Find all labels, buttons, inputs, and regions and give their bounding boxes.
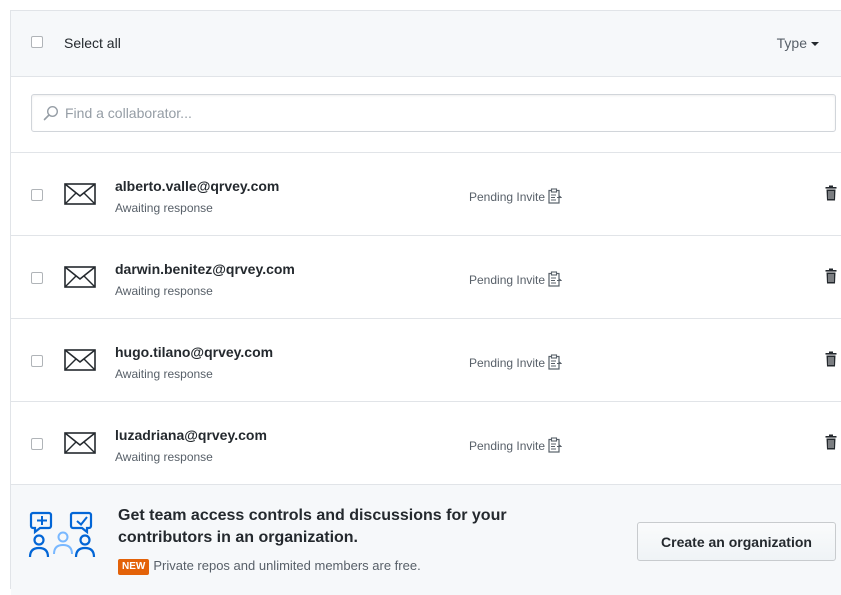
- invite-status-label: Pending Invite: [469, 356, 546, 370]
- organization-promo: Get team access controls and discussions…: [11, 485, 841, 595]
- row-checkbox[interactable]: [31, 272, 43, 284]
- select-all-label[interactable]: Select all: [64, 35, 121, 51]
- caret-down-icon: [811, 42, 819, 47]
- promo-note-text: Private repos and unlimited members are …: [153, 558, 421, 573]
- promo-title: Get team access controls and discussions…: [118, 507, 507, 546]
- create-organization-button[interactable]: Create an organization: [637, 522, 836, 561]
- new-badge: NEW: [118, 559, 150, 575]
- search-box[interactable]: [31, 94, 836, 132]
- collaborator-row: luzadriana@qrvey.com Awaiting response P…: [11, 402, 841, 485]
- invite-status-label: Pending Invite: [469, 273, 546, 287]
- type-filter-dropdown[interactable]: Type: [777, 35, 819, 51]
- clipboard-icon[interactable]: [548, 354, 563, 370]
- promo-note: NEW Private repos and unlimited members a…: [118, 558, 421, 575]
- type-filter-label: Type: [776, 35, 807, 51]
- trash-icon[interactable]: [825, 434, 837, 450]
- clipboard-icon[interactable]: [548, 188, 563, 204]
- mail-icon: [64, 349, 96, 371]
- trash-icon[interactable]: [825, 268, 837, 284]
- collaborator-email: luzadriana@qrvey.com: [115, 427, 267, 443]
- collaborator-email: darwin.benitez@qrvey.com: [115, 261, 295, 277]
- list-header: Select all Type: [11, 11, 841, 77]
- mail-icon: [64, 432, 96, 454]
- collaborator-row: darwin.benitez@qrvey.com Awaiting respon…: [11, 236, 841, 319]
- collaborators-panel: Select all Type alberto.valle@qrvey.com …: [10, 10, 841, 595]
- mail-icon: [64, 266, 96, 288]
- clipboard-icon[interactable]: [548, 271, 563, 287]
- collaborator-row: alberto.valle@qrvey.com Awaiting respons…: [11, 153, 841, 236]
- invite-status: Pending Invite: [469, 271, 563, 287]
- collaborator-substatus: Awaiting response: [115, 367, 213, 381]
- collaborator-substatus: Awaiting response: [115, 284, 213, 298]
- mail-icon: [64, 183, 96, 205]
- search-input[interactable]: [65, 103, 825, 123]
- collaborator-substatus: Awaiting response: [115, 201, 213, 215]
- invite-status-label: Pending Invite: [469, 190, 546, 204]
- row-checkbox[interactable]: [31, 438, 43, 450]
- clipboard-icon[interactable]: [548, 437, 563, 453]
- trash-icon[interactable]: [825, 185, 837, 201]
- row-checkbox[interactable]: [31, 189, 43, 201]
- invite-status: Pending Invite: [469, 188, 563, 204]
- search-icon: [43, 105, 59, 121]
- team-collaboration-icon: [28, 511, 96, 558]
- search-row: [11, 77, 841, 153]
- collaborator-email: hugo.tilano@qrvey.com: [115, 344, 274, 360]
- collaborator-email: alberto.valle@qrvey.com: [115, 178, 280, 194]
- select-all-checkbox[interactable]: [31, 36, 43, 48]
- collaborator-substatus: Awaiting response: [115, 450, 213, 464]
- invite-status: Pending Invite: [469, 437, 563, 453]
- collaborator-row: hugo.tilano@qrvey.com Awaiting response …: [11, 319, 841, 402]
- trash-icon[interactable]: [825, 351, 837, 367]
- invite-status-label: Pending Invite: [469, 439, 546, 453]
- invite-status: Pending Invite: [469, 354, 563, 370]
- row-checkbox[interactable]: [31, 355, 43, 367]
